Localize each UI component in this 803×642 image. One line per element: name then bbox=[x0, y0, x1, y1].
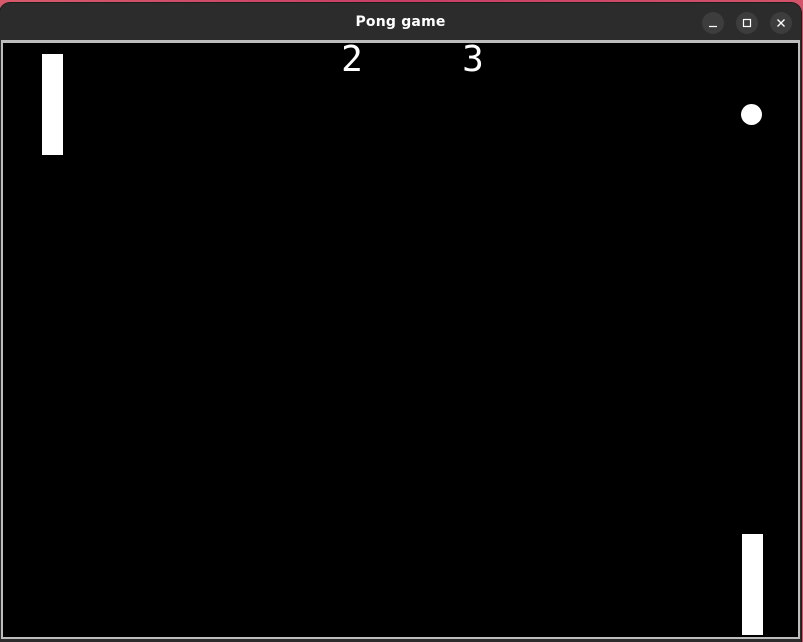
maximize-icon bbox=[742, 18, 752, 28]
right-paddle bbox=[742, 534, 763, 635]
minimize-icon bbox=[709, 25, 717, 28]
close-icon bbox=[777, 19, 785, 27]
window-title: Pong game bbox=[355, 14, 446, 30]
score-left: 2 bbox=[341, 43, 363, 80]
left-paddle bbox=[42, 54, 63, 155]
maximize-button[interactable] bbox=[736, 12, 758, 34]
score-right: 3 bbox=[462, 43, 484, 80]
close-button[interactable] bbox=[770, 12, 792, 34]
minimize-button[interactable] bbox=[702, 12, 724, 34]
title-bar[interactable]: Pong game bbox=[0, 3, 801, 42]
ball bbox=[741, 104, 762, 125]
game-canvas[interactable]: 2 3 bbox=[3, 43, 798, 637]
